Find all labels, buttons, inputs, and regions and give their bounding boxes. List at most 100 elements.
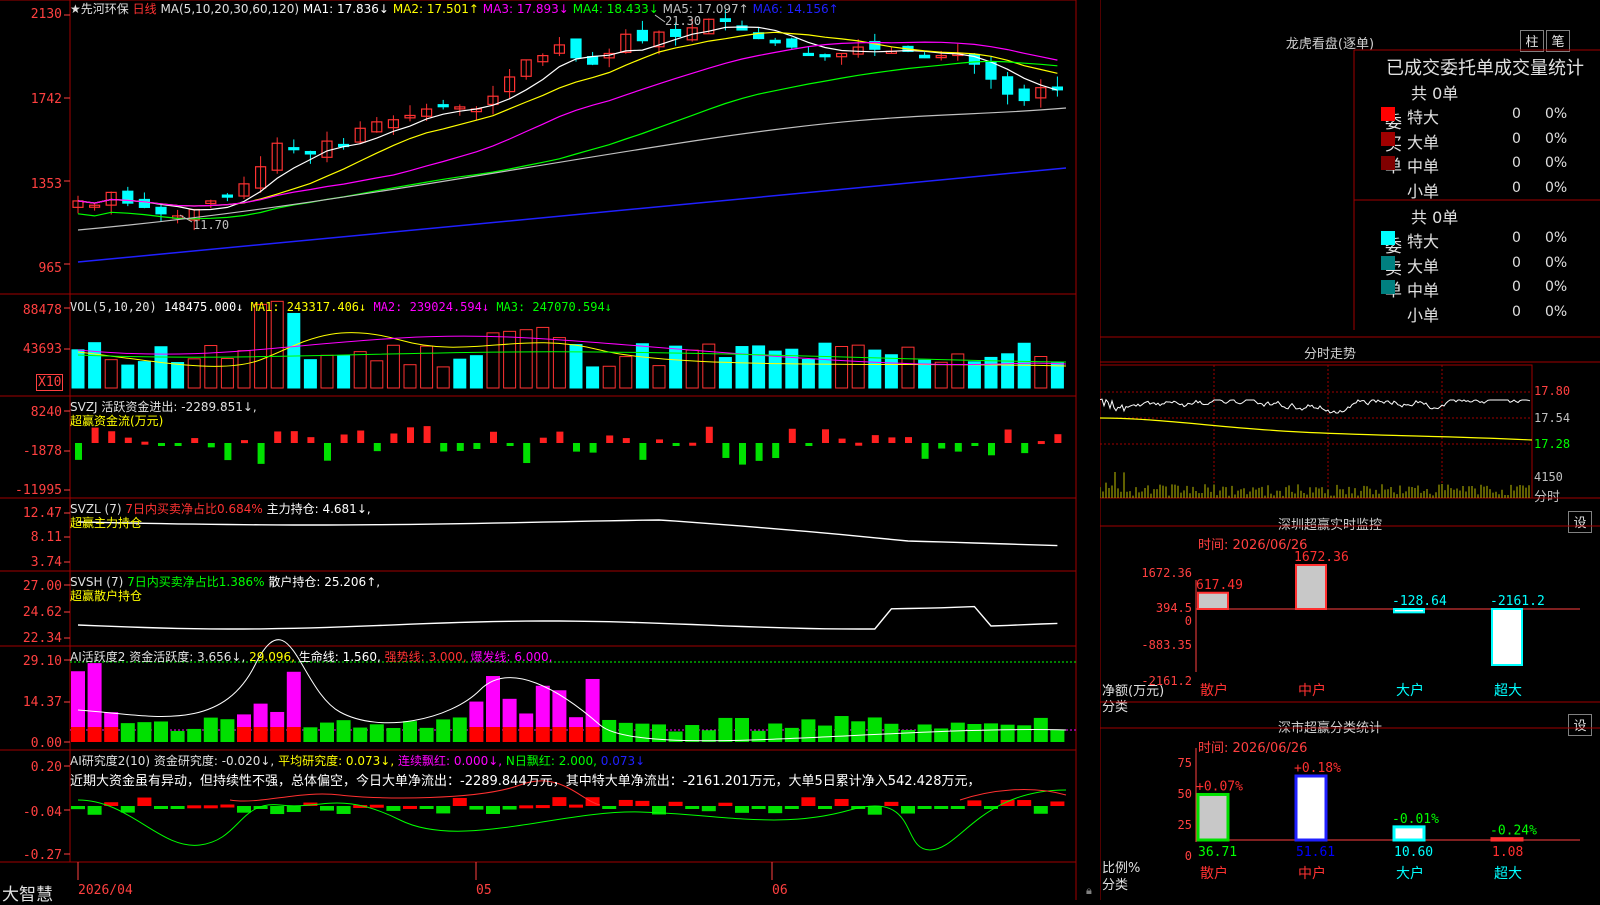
fund-flow-bar xyxy=(622,438,630,443)
candle-body xyxy=(437,104,449,108)
ai1-bar xyxy=(917,724,932,742)
ai1-title: AI活跃度2 资金活跃度: 3.656↓, xyxy=(70,650,246,664)
ai2-bar xyxy=(901,806,915,814)
kline-chart-area[interactable]: ★先河环保 日线 MA(5,10,20,30,60,120) MA1: 17.8… xyxy=(0,0,1100,905)
svzj-y-label: 8240 xyxy=(30,405,62,420)
fund-flow-bar xyxy=(423,426,431,443)
bar-mode-button[interactable]: 柱 xyxy=(1520,30,1544,52)
volume-bar xyxy=(635,343,649,389)
candle-body xyxy=(155,206,167,215)
color-swatch-icon xyxy=(1381,231,1395,245)
ai1-bar xyxy=(403,721,417,742)
fund-flow-bar xyxy=(340,434,348,443)
fund-flow-bar xyxy=(822,429,829,443)
vol-title: VOL(5,10,20) xyxy=(70,300,157,314)
ai1-bar xyxy=(104,712,119,727)
volume-bar xyxy=(536,326,550,389)
volume-bar xyxy=(469,355,483,389)
fund-flow-bar xyxy=(739,443,746,465)
sell-total: 共 0单 xyxy=(1411,208,1459,227)
ai1-bar xyxy=(751,730,766,742)
ai2-bar xyxy=(535,805,550,809)
ai2-bar xyxy=(386,806,401,811)
sz-class-bar-label: -0.24% xyxy=(1490,824,1537,839)
volume-bar xyxy=(154,346,168,389)
ai2-bar xyxy=(220,804,235,808)
volume-bar xyxy=(121,364,135,389)
fund-flow-bar xyxy=(689,442,697,446)
fund-flow-bar xyxy=(207,443,215,448)
sell-row-count: 0 xyxy=(1512,230,1521,246)
sz-class-bottom-value: 1.08 xyxy=(1492,845,1523,860)
intraday-frame xyxy=(1100,364,1533,499)
ai1-bar xyxy=(452,717,467,742)
ai2-bar xyxy=(934,806,949,809)
high-price-label: 21.30 xyxy=(665,14,702,28)
ai2-bar xyxy=(768,806,783,814)
volume-bar xyxy=(602,365,616,389)
ai1-bar xyxy=(303,727,318,742)
lock-icon[interactable]: 🔒︎ xyxy=(1086,884,1092,898)
buy-row-count: 0 xyxy=(1512,179,1521,196)
fund-flow-bar xyxy=(274,431,282,443)
longhu-title: 龙虎看盘(逐单) xyxy=(1285,37,1375,52)
sz-class-settings-button[interactable]: 设 xyxy=(1568,714,1592,736)
ai2-bar xyxy=(967,800,982,806)
sz-monitor-category: 大户 xyxy=(1396,682,1424,699)
sz-monitor-y-label: 0 xyxy=(1184,614,1192,628)
sz-monitor-settings-button[interactable]: 设 xyxy=(1568,511,1592,533)
ai2-bar xyxy=(618,799,633,806)
ai2-header: AI研究度2(10) 资金研究度: -0.020↓, 平均研究度: 0.073↓… xyxy=(70,752,645,769)
ai1-bar xyxy=(801,719,816,742)
longhu-tabs[interactable]: 已成交委托单成交量统计 xyxy=(1386,54,1584,80)
fund-flow-bar xyxy=(1054,434,1062,443)
sz-monitor-category: 超大 xyxy=(1494,683,1522,699)
volume-bar xyxy=(851,344,865,389)
sz-class-y-label: 50 xyxy=(1177,787,1192,801)
volume-bar xyxy=(669,345,683,389)
ai2-bar xyxy=(452,797,467,806)
tick-mode-button[interactable]: 笔 xyxy=(1546,30,1570,52)
intraday-price-line xyxy=(1100,398,1531,414)
ai1-bar xyxy=(203,717,218,742)
ai1-bar xyxy=(87,663,102,727)
period-label: 日线 xyxy=(132,2,157,16)
fund-flow-bar xyxy=(75,443,82,460)
volume-bar xyxy=(818,342,832,389)
candle-body xyxy=(985,61,997,80)
volume-bar xyxy=(237,350,251,389)
sz-monitor-bar xyxy=(1197,591,1229,611)
svzl-ratio: 7日内买卖净占比0.684% xyxy=(125,502,263,516)
volume-bar xyxy=(934,361,948,389)
fund-flow-bar xyxy=(1021,443,1029,454)
ai1-bar xyxy=(718,717,733,742)
date-label-june: 06 xyxy=(772,883,788,898)
sz-class-category: 超大 xyxy=(1494,866,1522,882)
vol-ma3: MA3: 247070.594↓ xyxy=(496,300,612,314)
fund-flow-bar xyxy=(871,435,879,443)
date-label-start: 2026/04 xyxy=(78,883,133,898)
ai2-bar xyxy=(336,806,351,814)
ai2-nday: N日飘红: 2.000, xyxy=(505,754,597,768)
ai1-bar-base xyxy=(253,727,268,742)
sz-monitor-y-label: -883.35 xyxy=(1141,638,1192,652)
volume-bar xyxy=(420,345,434,389)
intraday-vol-label: 4150 xyxy=(1534,470,1563,484)
sz-monitor-cat: 分类 xyxy=(1102,700,1129,715)
main-y-label: 1353 xyxy=(30,177,62,192)
candle-body xyxy=(786,38,798,48)
ai2-bar xyxy=(834,798,849,806)
fund-flow-bar xyxy=(523,443,531,464)
intraday-unit: 分时 xyxy=(1534,490,1561,505)
fund-flow-bar xyxy=(257,443,265,464)
ai1-bar xyxy=(353,727,368,742)
color-swatch-icon xyxy=(1381,255,1395,270)
ai1-bar xyxy=(735,717,749,742)
color-swatch-icon xyxy=(1381,156,1395,170)
sz-class-title: 深市超赢分类统计 xyxy=(1277,721,1382,736)
ai2-y-label: -0.04 xyxy=(22,805,62,820)
svsh-y-label: 27.00 xyxy=(22,579,62,594)
candle-body xyxy=(802,52,815,57)
ai1-bar xyxy=(685,725,700,742)
sz-class-time: 时间: 2026/06/26 xyxy=(1198,741,1308,756)
